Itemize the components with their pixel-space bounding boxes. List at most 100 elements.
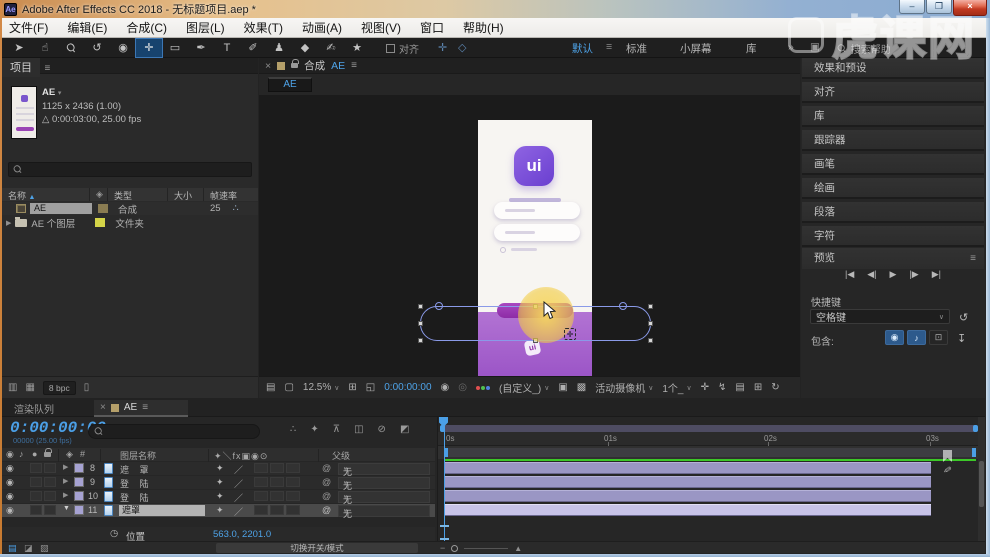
panel-align[interactable]: 对齐: [802, 82, 984, 103]
draft-3d-icon[interactable]: ✦: [310, 424, 318, 435]
quality-switch-icon[interactable]: ✦: [216, 463, 224, 474]
label-chip[interactable]: [74, 463, 84, 473]
layer-row-9[interactable]: ◉ ▶ 9 登 陆 ✦ ／ @ 无 ∨: [2, 476, 435, 491]
panel-paragraph[interactable]: 段落: [802, 202, 984, 223]
snapshot-icon[interactable]: ◉: [441, 382, 450, 393]
close-button[interactable]: ×: [953, 0, 987, 16]
zoom-slider-knob[interactable]: [451, 544, 459, 552]
handle-ml[interactable]: [418, 321, 423, 326]
work-area-bar[interactable]: [444, 448, 976, 457]
item-name[interactable]: AE: [30, 203, 92, 214]
menu-file[interactable]: 文件(F): [9, 19, 48, 36]
menu-window[interactable]: 窗口: [420, 19, 444, 36]
frame-blending-icon[interactable]: ◫: [354, 424, 363, 435]
column-type[interactable]: 类型: [108, 188, 168, 201]
magnification-dropdown[interactable]: 12.5% ∨: [303, 382, 339, 393]
interpret-footage-icon[interactable]: ▥: [8, 382, 17, 393]
menu-animation[interactable]: 动画(A): [302, 19, 342, 36]
rotation-tool[interactable]: ↺: [84, 39, 110, 57]
rectangle-tool[interactable]: ▭: [162, 39, 188, 57]
zoom-tool[interactable]: Ϙ: [58, 39, 84, 57]
parent-dropdown[interactable]: 无 ∨: [338, 463, 430, 477]
bezier-handle-right[interactable]: [619, 302, 627, 310]
align-checkbox[interactable]: [386, 44, 395, 53]
monitor-icon[interactable]: ▣: [810, 41, 820, 53]
panel-libraries[interactable]: 库: [802, 106, 984, 127]
project-panel-menu-icon[interactable]: ≡: [44, 63, 50, 74]
project-tab[interactable]: 项目: [2, 58, 40, 77]
timeline-scrollbar[interactable]: [978, 417, 985, 541]
camera-tool[interactable]: ◉: [110, 39, 136, 57]
item-name[interactable]: AE 个图层: [31, 216, 89, 230]
layer-name[interactable]: 登 陆: [120, 491, 153, 504]
preview-panel-menu-icon[interactable]: ≡: [970, 248, 976, 269]
puppet-pin-tool[interactable]: ★: [344, 39, 370, 57]
clone-stamp-tool[interactable]: ♟: [266, 39, 292, 57]
pixel-aspect-icon[interactable]: ✛: [701, 382, 709, 393]
mask-feather-icon[interactable]: ◇: [458, 41, 466, 54]
play-button[interactable]: ▶: [890, 269, 897, 280]
workspace-default[interactable]: 默认: [572, 41, 593, 56]
eraser-tool[interactable]: ◆: [292, 39, 318, 57]
expand-transfer-controls-icon[interactable]: ◪: [24, 543, 33, 554]
toggle-switches-modes-button[interactable]: 切换开关/模式: [216, 543, 418, 553]
graph-editor-icon[interactable]: ◩: [400, 424, 409, 435]
close-tab-icon[interactable]: ×: [265, 60, 271, 72]
menu-help[interactable]: 帮助(H): [463, 19, 504, 36]
layer-name-column[interactable]: 图层名称: [120, 449, 156, 462]
pickwhip-icon[interactable]: @: [322, 463, 331, 473]
column-name[interactable]: 名称 ▲: [2, 188, 90, 201]
expand-icon[interactable]: ▶: [63, 491, 68, 499]
shy-layers-icon[interactable]: ⊼: [333, 424, 340, 435]
comp-panel-comp-name[interactable]: AE: [331, 60, 345, 72]
parent-dropdown[interactable]: 无 ∨: [338, 505, 430, 519]
layer-row-8[interactable]: ◉ ▶ 8 遮 罩 ✦ ／ @ 无 ∨: [2, 462, 435, 477]
handle-bl[interactable]: [418, 338, 423, 343]
column-fps[interactable]: 帧速率: [204, 188, 258, 201]
parent-column[interactable]: 父级: [332, 449, 350, 462]
parent-dropdown[interactable]: 无 ∨: [338, 491, 430, 505]
quality-switch-icon[interactable]: ✦: [216, 477, 224, 488]
comp-flowchart-icon[interactable]: ⊞: [754, 382, 762, 393]
menu-layer[interactable]: 图层(L): [186, 19, 225, 36]
primary-viewer-icon[interactable]: ▢: [284, 382, 293, 393]
snap-icon[interactable]: ✛: [438, 41, 447, 54]
layer-name-edit-field[interactable]: 遮罩: [119, 505, 205, 516]
label-chip[interactable]: [95, 218, 106, 227]
brush-tool[interactable]: ✐: [240, 39, 266, 57]
layer-row-10[interactable]: ◉ ▶ 10 登 陆 ✦ ／ @ 无 ∨: [2, 490, 435, 505]
comp-panel-menu-icon[interactable]: ≡: [351, 60, 357, 71]
handle-tl[interactable]: [418, 304, 423, 309]
viewer-tab[interactable]: AE: [268, 77, 312, 92]
include-overlays-toggle[interactable]: ⊡: [929, 330, 948, 345]
timeline-track-area[interactable]: 0s 01s 02s 03s ✎: [437, 417, 978, 541]
eye-icon[interactable]: ◉: [6, 491, 14, 502]
channel-icon[interactable]: [475, 385, 490, 390]
quality-switch-icon[interactable]: ✦: [216, 491, 224, 502]
project-row-comp[interactable]: AE 合成 25 ∴: [2, 202, 258, 216]
include-video-toggle[interactable]: ◉: [885, 330, 904, 345]
time-ruler[interactable]: 0s 01s 02s 03s: [438, 432, 978, 446]
cache-before-playback-icon[interactable]: ↧: [957, 332, 966, 345]
create-folder-icon[interactable]: ▦: [25, 382, 34, 393]
panel-preview[interactable]: 预览 ≡: [802, 248, 984, 269]
current-time-indicator[interactable]: [444, 417, 445, 541]
fast-previews-icon[interactable]: ↯: [718, 382, 726, 393]
minimize-button[interactable]: –: [899, 0, 925, 14]
column-tag-icon[interactable]: ◈: [90, 188, 108, 201]
roi-icon[interactable]: ▣: [558, 382, 567, 393]
comp-mini-flowchart-icon[interactable]: ∴: [290, 424, 296, 435]
stopwatch-icon[interactable]: ◷: [110, 528, 118, 539]
camera-dropdown[interactable]: 活动摄像机 ∨: [595, 380, 653, 395]
prev-frame-button[interactable]: ◀|: [867, 269, 876, 280]
layer-name[interactable]: 登 陆: [120, 477, 153, 490]
timeline-icon[interactable]: ▤: [735, 382, 744, 393]
menu-effect[interactable]: 效果(T): [244, 19, 283, 36]
type-tool[interactable]: T: [214, 39, 240, 57]
expand-icon[interactable]: ▶: [6, 219, 11, 227]
close-tab-icon[interactable]: ×: [100, 402, 106, 413]
zoom-slider-track[interactable]: [464, 547, 509, 549]
reset-exposure-icon[interactable]: ↻: [771, 382, 779, 393]
lock-icon[interactable]: [291, 59, 300, 68]
project-search-input[interactable]: Ϙ: [8, 162, 252, 177]
